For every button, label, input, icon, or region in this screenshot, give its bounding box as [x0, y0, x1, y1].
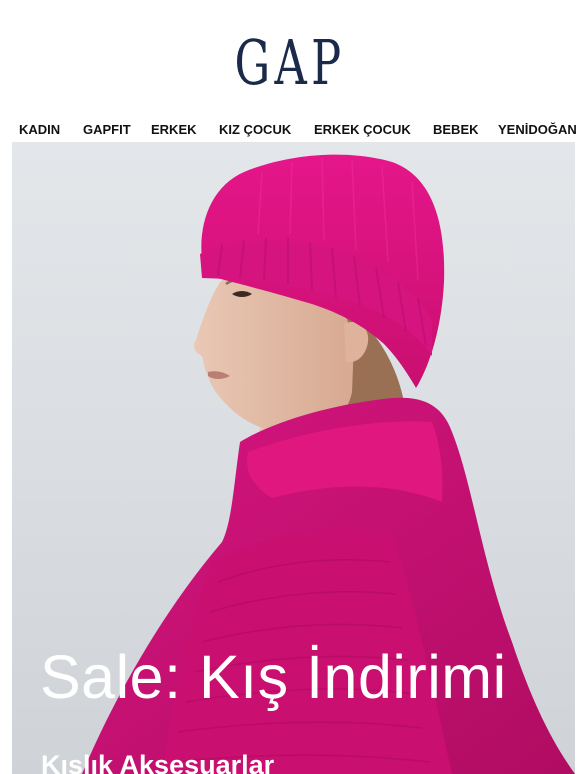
email-header: GAP — [0, 0, 580, 112]
gap-logo[interactable]: GAP — [81, 18, 499, 108]
nav-item-erkek-cocuk[interactable]: ERKEK ÇOCUK — [314, 118, 411, 142]
nav-item-kiz-cocuk[interactable]: KIZ ÇOCUK — [219, 118, 291, 142]
hero-subtitle[interactable]: Kışlık Aksesuarlar — [41, 748, 274, 774]
nav-item-yenidogan[interactable]: YENİDOĞAN — [498, 118, 577, 142]
hero-title[interactable]: Sale: Kış İndirimi — [40, 642, 507, 712]
nav-item-kadin[interactable]: KADIN — [19, 118, 60, 142]
nav-item-erkek[interactable]: ERKEK — [151, 118, 197, 142]
category-nav: KADIN GAPFIT ERKEK KIZ ÇOCUK ERKEK ÇOCUK… — [0, 118, 580, 142]
nav-item-gapfit[interactable]: GAPFIT — [83, 118, 131, 142]
hero-banner[interactable]: Sale: Kış İndirimi Kışlık Aksesuarlar — [12, 142, 575, 774]
nav-item-bebek[interactable]: BEBEK — [433, 118, 479, 142]
